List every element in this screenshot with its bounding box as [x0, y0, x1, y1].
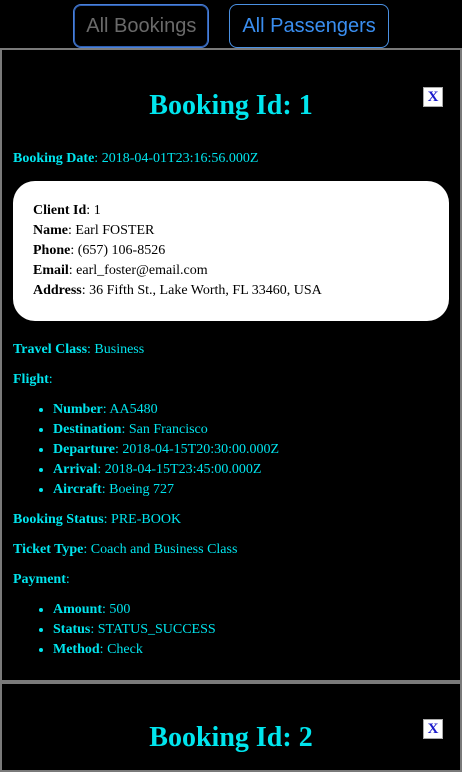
payment-detail-value: STATUS_SUCCESS [97, 622, 216, 637]
flight-detail-value: Boeing 727 [109, 482, 175, 497]
flight-detail-label: Aircraft [53, 482, 102, 497]
client-email-row: Email: earl_foster@email.com [33, 263, 208, 278]
client-id-label: Client Id [33, 203, 87, 218]
client-address-value: 36 Fifth St., Lake Worth, FL 33460, USA [89, 283, 322, 298]
booking-status-label: Booking Status [13, 512, 104, 527]
flight-number-item: Number: AA5480 [53, 400, 279, 420]
booking-card: X Booking Id: 1 Booking Date: 2018-04-01… [0, 48, 462, 682]
client-address-label: Address [33, 283, 82, 298]
payment-detail-label: Method [53, 642, 100, 657]
ticket-type-label: Ticket Type [13, 542, 84, 557]
booking-title: Booking Id: 1 [149, 90, 313, 121]
booking-date-value: 2018-04-01T23:16:56.000Z [101, 151, 259, 166]
client-email-value: earl_foster@email.com [76, 263, 208, 278]
client-name-value: Earl FOSTER [75, 223, 155, 238]
top-nav: All Bookings All Passengers [0, 0, 462, 48]
flight-aircraft-item: Aircraft: Boeing 727 [53, 480, 279, 500]
flight-detail-label: Number [53, 402, 103, 417]
flight-detail-label: Arrival [53, 462, 98, 477]
flight-destination-item: Destination: San Francisco [53, 420, 279, 440]
client-name-label: Name [33, 223, 68, 238]
client-phone-label: Phone [33, 243, 71, 258]
payment-label: Payment [13, 572, 66, 587]
flight-details-list: Number: AA5480 Destination: San Francisc… [13, 400, 279, 500]
payment-detail-label: Amount [53, 602, 103, 617]
flight-label: Flight [13, 372, 49, 387]
payment-amount-item: Amount: 500 [53, 600, 216, 620]
flight-departure-item: Departure: 2018-04-15T20:30:00.000Z [53, 440, 279, 460]
payment-details-list: Amount: 500 Status: STATUS_SUCCESS Metho… [13, 600, 216, 660]
payment-method-item: Method: Check [53, 640, 216, 660]
flight-detail-label: Destination [53, 422, 122, 437]
booking-date-label: Booking Date [13, 151, 95, 166]
client-info-box: Client Id: 1 Name: Earl FOSTER Phone: (6… [13, 181, 449, 321]
travel-class-label: Travel Class [13, 342, 88, 357]
flight-detail-value: 2018-04-15T20:30:00.000Z [122, 442, 280, 457]
client-phone-value: (657) 106-8526 [77, 243, 166, 258]
payment-detail-value: Check [107, 642, 143, 657]
ticket-type-row: Ticket Type: Coach and Business Class [13, 542, 238, 557]
ticket-type-value: Coach and Business Class [90, 542, 238, 557]
booking-title: Booking Id: 2 [149, 722, 313, 753]
client-id-row: Client Id: 1 [33, 203, 101, 218]
all-bookings-button[interactable]: All Bookings [73, 4, 210, 48]
booking-card: X Booking Id: 2 [0, 682, 462, 772]
payment-row: Payment: [13, 572, 70, 587]
flight-detail-value: AA5480 [109, 402, 158, 417]
flight-row: Flight: [13, 372, 53, 387]
booking-status-row: Booking Status: PRE-BOOK [13, 512, 182, 527]
payment-status-item: Status: STATUS_SUCCESS [53, 620, 216, 640]
client-phone-row: Phone: (657) 106-8526 [33, 243, 166, 258]
client-id-value: 1 [93, 203, 101, 218]
flight-arrival-item: Arrival: 2018-04-15T23:45:00.000Z [53, 460, 279, 480]
travel-class-row: Travel Class: Business [13, 342, 145, 357]
payment-detail-value: 500 [109, 602, 131, 617]
client-name-row: Name: Earl FOSTER [33, 223, 155, 238]
flight-detail-value: San Francisco [128, 422, 208, 437]
flight-detail-label: Departure [53, 442, 115, 457]
booking-status-value: PRE-BOOK [111, 512, 182, 527]
travel-class-value: Business [94, 342, 145, 357]
all-passengers-button[interactable]: All Passengers [229, 4, 389, 48]
booking-date-row: Booking Date: 2018-04-01T23:16:56.000Z [13, 151, 259, 166]
flight-detail-value: 2018-04-15T23:45:00.000Z [104, 462, 262, 477]
client-email-label: Email [33, 263, 69, 278]
client-address-row: Address: 36 Fifth St., Lake Worth, FL 33… [33, 283, 322, 298]
payment-detail-label: Status [53, 622, 91, 637]
